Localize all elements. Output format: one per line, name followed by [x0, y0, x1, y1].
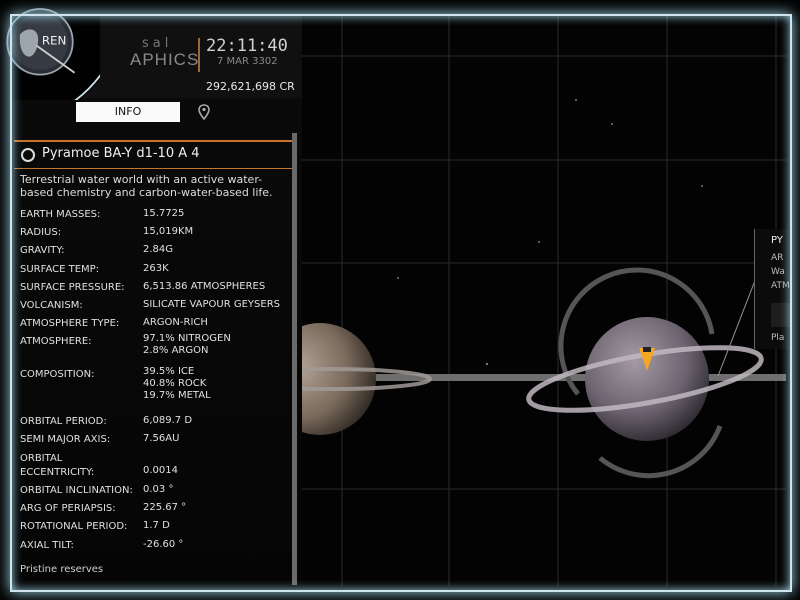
- property-label: GRAVITY:: [20, 245, 65, 256]
- callout-title: PY: [771, 235, 783, 246]
- callout-button[interactable]: [771, 303, 791, 327]
- property-value: SILICATE VAPOUR GEYSERS: [143, 299, 280, 310]
- property-label: ARG OF PERIAPSIS:: [20, 503, 116, 514]
- clock-divider: [198, 38, 200, 72]
- property-label: SURFACE TEMP:: [20, 264, 100, 275]
- commander-emblem: REN: [0, 0, 100, 100]
- property-value: 1.7 D: [143, 520, 170, 531]
- panel-tabs: INFO: [12, 102, 302, 124]
- tab-info[interactable]: INFO: [76, 102, 180, 122]
- callout-line: Wa: [771, 267, 785, 277]
- property-value: 263K: [143, 263, 169, 274]
- property-label: COMPOSITION:: [20, 369, 95, 380]
- brand-line-2: APHICS: [130, 50, 200, 69]
- property-label: ATMOSPHERE TYPE:: [20, 318, 120, 329]
- credit-balance: 292,621,698 CR: [206, 80, 295, 93]
- callout-leader-line: [717, 277, 757, 377]
- property-label: ORBITAL INCLINATION:: [20, 485, 133, 496]
- property-value: -26.60 °: [143, 539, 184, 550]
- property-value: 0.0014: [143, 465, 178, 476]
- property-label: SURFACE PRESSURE:: [20, 282, 125, 293]
- callout-line: Pla: [771, 333, 785, 343]
- callout-line: AR: [771, 253, 784, 263]
- map-pin-icon[interactable]: [198, 104, 210, 120]
- info-panel: sal APHICS 22:11:40 7 MAR 3302 292,621,6…: [12, 16, 302, 586]
- property-value: 6,089.7 D: [143, 415, 193, 426]
- property-value: 15.7725: [143, 208, 185, 219]
- body-name: Pyramoe BA-Y d1-10 A 4: [42, 146, 200, 161]
- planet-callout[interactable]: PY AR Wa ATM Pla: [754, 229, 791, 349]
- property-label: EARTH MASSES:: [20, 209, 101, 220]
- property-value: 7.56AU: [143, 433, 180, 444]
- callout-line: ATM: [771, 281, 790, 291]
- property-label: ORBITAL PERIOD:: [20, 416, 107, 427]
- property-label: ATMOSPHERE:: [20, 336, 92, 347]
- property-value: 97.1% NITROGEN 2.8% ARGON: [143, 333, 231, 356]
- property-value: 15,019KM: [143, 226, 194, 237]
- body-title-bar: Pyramoe BA-Y d1-10 A 4: [14, 140, 296, 169]
- property-value: 6,513.86 ATMOSPHERES: [143, 281, 266, 292]
- map-grid: [300, 16, 786, 586]
- system-map-canvas[interactable]: [300, 16, 786, 586]
- property-label: ROTATIONAL PERIOD:: [20, 521, 128, 532]
- planet-ring-icon: [21, 148, 35, 162]
- property-label: ORBITAL ECCENTRICITY:: [20, 453, 95, 478]
- game-date: 7 MAR 3302: [217, 56, 278, 67]
- property-label: AXIAL TILT:: [20, 540, 74, 551]
- property-value: 39.5% ICE 40.8% ROCK 19.7% METAL: [143, 366, 211, 401]
- body-description: Terrestrial water world with an active w…: [20, 173, 273, 199]
- selected-planet[interactable]: [525, 267, 766, 479]
- brand-line-1: sal: [142, 36, 173, 51]
- property-value: 225.67 °: [143, 502, 187, 513]
- commander-tag: REN: [42, 34, 66, 48]
- panel-scrollbar[interactable]: [292, 133, 297, 585]
- property-label: SEMI MAJOR AXIS:: [20, 434, 111, 445]
- property-label: VOLCANISM:: [20, 300, 83, 311]
- property-value: 2.84G: [143, 244, 174, 255]
- property-label: RADIUS:: [20, 227, 62, 238]
- game-time: 22:11:40: [206, 36, 288, 56]
- property-value: ARGON-RICH: [143, 317, 208, 328]
- reserve-level: Pristine reserves: [20, 564, 104, 575]
- system-map[interactable]: [300, 16, 786, 586]
- property-value: 0.03 °: [143, 484, 174, 495]
